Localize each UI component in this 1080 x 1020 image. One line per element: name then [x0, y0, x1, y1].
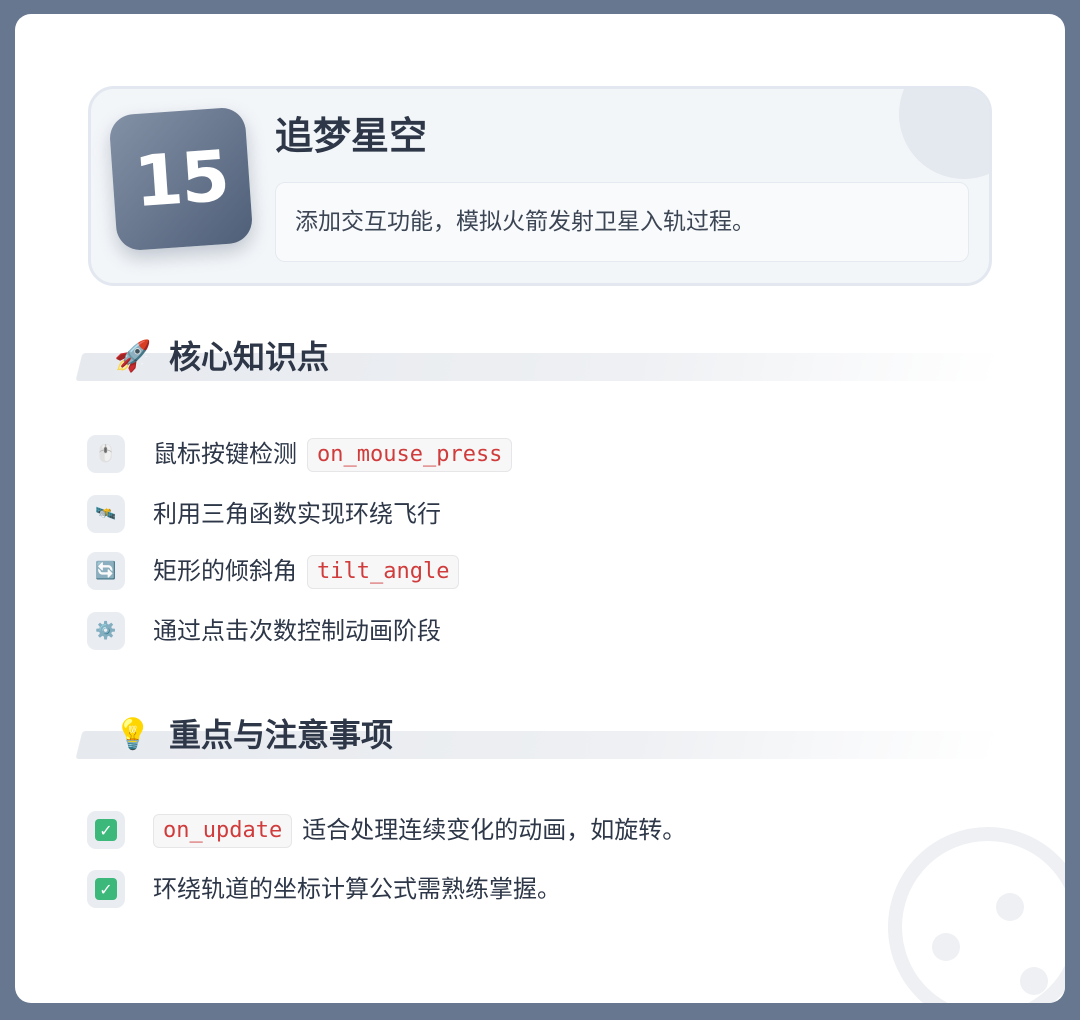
list-item-text: 矩形的倾斜角 tilt_angle	[153, 554, 460, 589]
code-snippet: tilt_angle	[307, 554, 460, 589]
section-heading-key-points: 💡 重点与注意事项	[75, 716, 1003, 759]
list-item: ✓ 环绕轨道的坐标计算公式需熟练掌握。	[87, 869, 561, 909]
lesson-number: 15	[131, 134, 231, 224]
list-item-text: 通过点击次数控制动画阶段	[153, 614, 441, 648]
moon-decoration-icon	[888, 827, 1065, 1003]
list-item-label: 矩形的倾斜角	[153, 556, 297, 585]
moon-crater	[996, 893, 1024, 921]
list-item: ⚙️ 通过点击次数控制动画阶段	[87, 611, 441, 651]
lesson-title: 追梦星空	[275, 114, 428, 158]
lightbulb-icon: 💡	[114, 717, 152, 752]
gear-icon: ⚙️	[87, 612, 125, 650]
list-item-label: 通过点击次数控制动画阶段	[153, 617, 441, 645]
list-item-label: 环绕轨道的坐标计算公式需熟练掌握。	[153, 875, 561, 903]
lesson-card: 15 追梦星空 添加交互功能，模拟火箭发射卫星入轨过程。 🚀 核心知识点 🖱️ …	[15, 14, 1065, 1003]
list-item-label: 鼠标按键检测	[153, 439, 297, 468]
check-icon: ✓	[95, 878, 117, 900]
list-item-text: 鼠标按键检测 on_mouse_press	[153, 437, 513, 472]
moon-crater	[1020, 967, 1048, 995]
list-item: 🖱️ 鼠标按键检测 on_mouse_press	[87, 434, 513, 474]
section-heading-core-knowledge: 🚀 核心知识点	[75, 338, 1003, 381]
lesson-description-box: 添加交互功能，模拟火箭发射卫星入轨过程。	[275, 182, 969, 262]
section-title: 核心知识点	[169, 338, 330, 376]
rotate-icon: 🔄	[87, 552, 125, 590]
check-icon: ✓	[95, 819, 117, 841]
code-snippet: on_update	[153, 813, 293, 848]
check-icon-tile: ✓	[87, 870, 125, 908]
list-item-text: on_update 适合处理连续变化的动画，如旋转。	[153, 813, 686, 848]
list-item-label: 适合处理连续变化的动画，如旋转。	[302, 815, 687, 844]
lesson-description: 添加交互功能，模拟火箭发射卫星入轨过程。	[295, 209, 755, 235]
mouse-icon: 🖱️	[87, 435, 125, 473]
header-decoration	[899, 89, 989, 179]
lesson-header: 15 追梦星空 添加交互功能，模拟火箭发射卫星入轨过程。	[88, 86, 992, 286]
section-title: 重点与注意事项	[169, 716, 394, 754]
list-item-text: 利用三角函数实现环绕飞行	[153, 497, 441, 531]
list-item: 🛰️ 利用三角函数实现环绕飞行	[87, 494, 441, 534]
check-icon-tile: ✓	[87, 811, 125, 849]
list-item: 🔄 矩形的倾斜角 tilt_angle	[87, 551, 460, 591]
lesson-number-badge: 15	[108, 106, 254, 252]
list-item-text: 环绕轨道的坐标计算公式需熟练掌握。	[153, 872, 561, 906]
code-snippet: on_mouse_press	[307, 437, 513, 472]
satellite-icon: 🛰️	[87, 495, 125, 533]
list-item-label: 利用三角函数实现环绕飞行	[153, 500, 441, 528]
moon-crater	[932, 933, 960, 961]
list-item: ✓ on_update 适合处理连续变化的动画，如旋转。	[87, 810, 686, 850]
rocket-icon: 🚀	[114, 339, 152, 374]
